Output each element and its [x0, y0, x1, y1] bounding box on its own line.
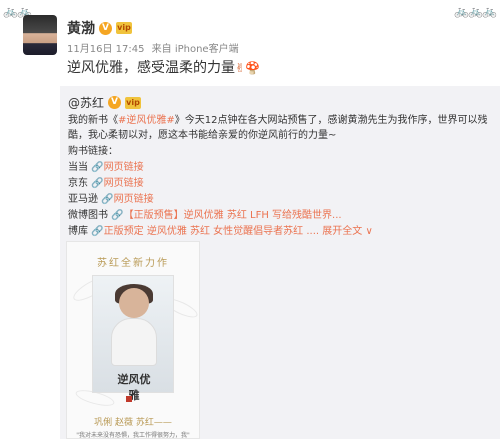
store-name: 博库: [68, 226, 88, 237]
store-link[interactable]: 网页链接: [114, 194, 154, 205]
post-meta: 11月16日 17:45 来自 iPhone客户端: [67, 40, 243, 55]
vip-badge-icon: vip: [125, 96, 142, 109]
publisher-mark-icon: [126, 396, 132, 402]
book-cover-name: 逆风优雅: [117, 373, 151, 402]
expand-full-text-link[interactable]: 展开全文: [322, 226, 362, 237]
store-link[interactable]: 网页链接: [104, 178, 144, 189]
book-body-shape: [111, 318, 157, 366]
verified-badge-icon: V: [108, 96, 122, 109]
store-row-amazon: 亚马逊 🔗网页链接: [68, 190, 154, 205]
store-row-bolian: 博库 🔗正版预定 逆风优雅 苏红 女性觉醒倡导者苏红 .... 展开全文 ∨: [68, 222, 373, 237]
intro-prefix: 我的新书《: [68, 115, 118, 126]
hashtag-link[interactable]: #逆风优雅#: [118, 115, 175, 126]
store-row-weibo-books: 微博图书 🔗【正版预售】逆风优雅 苏红 LFH 写给残酷世界...: [68, 206, 342, 221]
book-top-title: 苏红全新力作: [97, 258, 169, 269]
store-link[interactable]: 网页链接: [104, 162, 144, 173]
link-icon: 🔗: [101, 194, 114, 205]
repost-card: @苏红 V vip 我的新书《#逆风优雅#》今天12点钟在各大网站预售了，感谢黄…: [60, 86, 500, 439]
book-bottom-text: 巩俐 赵薇 苏红——: [94, 418, 172, 428]
link-icon: 🔗: [91, 226, 104, 237]
store-link[interactable]: 正版预定 逆风优雅 苏红 女性觉醒倡导者苏红 ....: [104, 226, 319, 237]
book-cover-image[interactable]: 苏红全新力作 逆风优雅 巩俐 赵薇 苏红—— "我对未来没有恐惧，我工作得很努力…: [66, 241, 200, 439]
author-name[interactable]: 黄渤: [67, 18, 95, 38]
link-icon: 🔗: [111, 210, 124, 221]
store-name: 亚马逊: [68, 194, 98, 205]
link-icon: 🔗: [91, 178, 104, 189]
store-row-jd: 京东 🔗网页链接: [68, 174, 144, 189]
bike-decoration-right: 🚲🚲🚲: [454, 4, 497, 18]
book-face-shape: [119, 288, 149, 318]
store-row-dangdang: 当当 🔗网页链接: [68, 158, 144, 173]
chevron-down-icon: ∨: [365, 226, 373, 237]
intro-suffix: 》今天12点钟在各大网站预售了，感谢黄渤先生为我作序，世界可以残: [174, 115, 488, 126]
repost-intro-line2: 酷，我心柔韧以对，愿这本书能给亲爱的你逆风前行的力量~: [68, 130, 337, 141]
book-quote: "我对未来没有恐惧，我工作得很努力，我": [76, 432, 190, 439]
author-name-row: 黄渤 V vip: [67, 18, 132, 38]
link-icon: 🔗: [91, 162, 104, 173]
author-avatar[interactable]: [23, 15, 57, 55]
post-source: 来自 iPhone客户端: [151, 44, 239, 55]
buy-links-label: 购书链接：: [68, 146, 118, 157]
post-text: 逆风优雅，感受温柔的力量✌🍄: [67, 57, 260, 77]
store-link[interactable]: 【正版预售】逆风优雅 苏红 LFH 写给残酷世界...: [124, 210, 342, 221]
store-name: 微博图书: [68, 210, 108, 221]
book-author-photo: 逆风优雅: [92, 275, 174, 402]
store-name: 当当: [68, 162, 88, 173]
post-text-content: 逆风优雅，感受温柔的力量: [67, 60, 235, 76]
repost-author-row: @苏红 V vip: [68, 94, 142, 111]
verified-badge-icon: V: [99, 21, 112, 35]
post-time[interactable]: 11月16日 17:45: [67, 44, 144, 55]
emoji-icon: ✌🍄: [235, 61, 260, 75]
repost-intro-line1: 我的新书《#逆风优雅#》今天12点钟在各大网站预售了，感谢黄渤先生为我作序，世界…: [68, 111, 488, 126]
repost-author-mention[interactable]: @苏红: [68, 94, 104, 111]
store-name: 京东: [68, 178, 88, 189]
vip-badge-icon: vip: [116, 22, 132, 34]
